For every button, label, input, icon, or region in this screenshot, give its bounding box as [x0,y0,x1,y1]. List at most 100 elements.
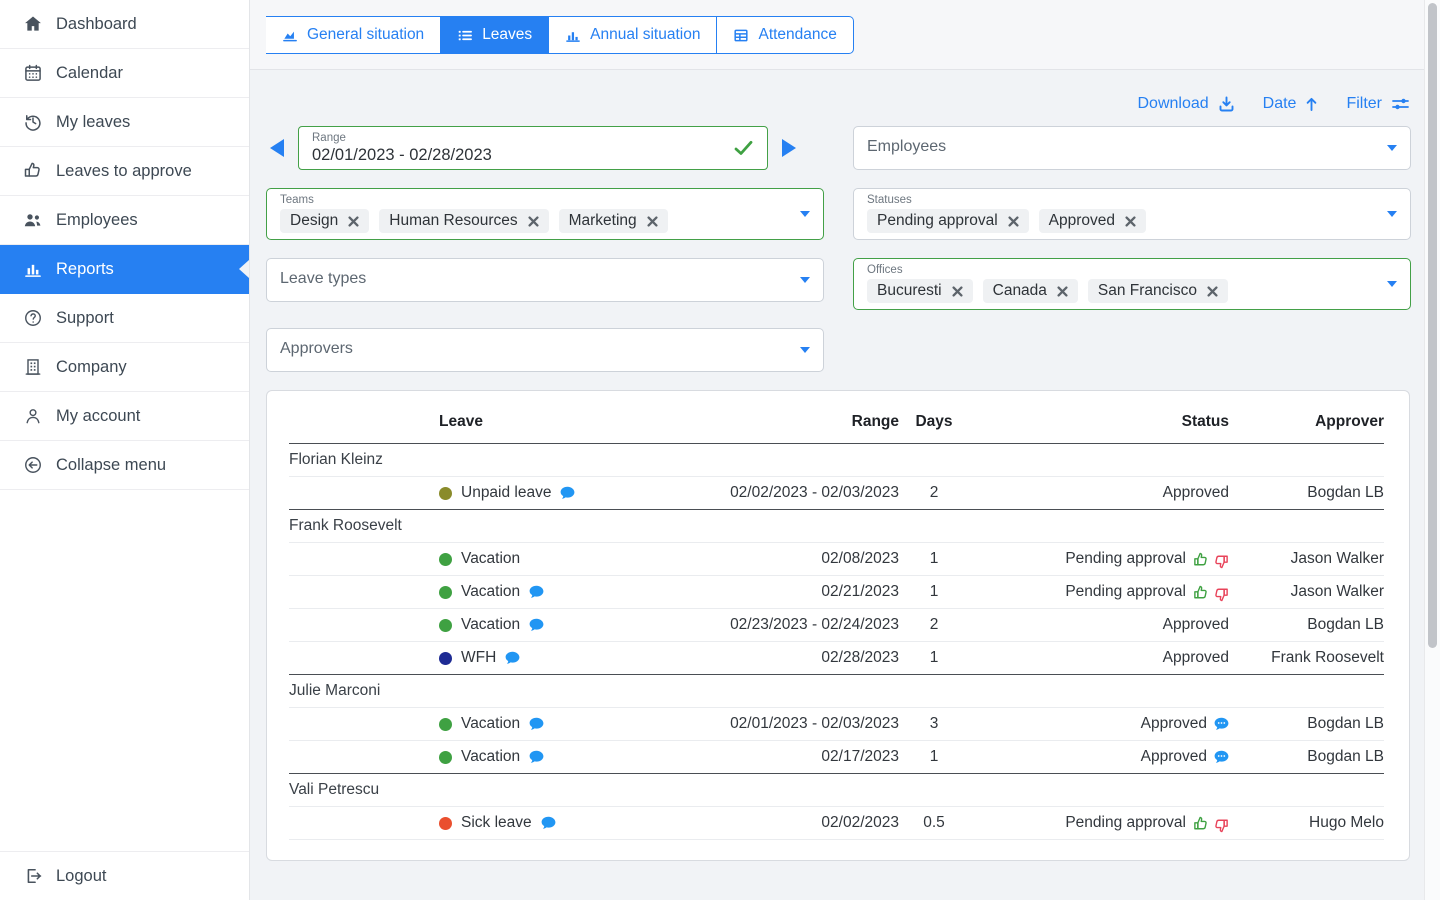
area-chart-icon [282,28,298,43]
sidebar-item-label: Employees [56,211,138,230]
header-days: Days [899,409,969,443]
tab-attendance[interactable]: Attendance [717,16,853,54]
sidebar-item-support[interactable]: Support [0,294,249,343]
leave-range: 02/02/2023 - 02/03/2023 [659,477,899,509]
filter-label: Filter [1346,95,1382,113]
filter-chip: Human Resources [379,209,548,233]
scrollbar-thumb[interactable] [1428,3,1437,648]
comment-icon[interactable] [529,618,544,632]
comment-icon[interactable] [529,750,544,764]
previous-period-button[interactable] [270,139,284,157]
thumbs-up-icon [22,161,43,182]
offices-select[interactable]: Offices Bucuresti Canada [853,258,1411,310]
leave-type-dot [439,751,452,764]
reject-thumb-down-icon[interactable] [1214,818,1229,833]
status-label: Approved [1141,715,1207,733]
leave-type-label: Vacation [461,583,520,601]
reject-thumb-down-icon[interactable] [1214,587,1229,602]
download-icon [1218,96,1235,112]
statuses-select[interactable]: Statuses Pending approval Approved [853,188,1411,240]
chip-label: Bucuresti [877,282,942,300]
remove-chip-icon[interactable] [528,216,539,227]
employee-group-rows: Vacation 02/08/2023 1 Pending approval [289,542,1384,674]
status-comment-icon[interactable] [1214,750,1229,764]
people-icon [22,210,43,231]
chip-label: Human Resources [389,212,517,230]
sidebar-item-dashboard[interactable]: Dashboard [0,0,249,49]
sidebar-item-label: My account [56,407,140,426]
teams-select[interactable]: Teams Design Human Resources [266,188,824,240]
approve-thumb-up-icon[interactable] [1193,816,1208,831]
leave-row: Vacation 02/01/2023 - 02/03/2023 3 Appro… [289,707,1384,740]
remove-chip-icon[interactable] [1207,286,1218,297]
filter-button[interactable]: Filter [1346,95,1410,113]
status-label: Approved [1141,748,1207,766]
list-icon [457,28,473,43]
sidebar-item-label: Support [56,309,114,328]
chip-label: Design [290,212,338,230]
logout-button[interactable]: Logout [0,851,249,900]
approvers-select[interactable]: Approvers [266,328,824,372]
leave-row: Vacation 02/21/2023 1 Pending approval [289,575,1384,608]
status-label: Approved [1163,649,1229,667]
approve-thumb-up-icon[interactable] [1193,552,1208,567]
tab-annual-situation[interactable]: Annual situation [549,16,717,54]
leave-row: Vacation 02/23/2023 - 02/24/2023 2 Appro… [289,608,1384,641]
sidebar-item-reports[interactable]: Reports [0,245,249,294]
date-range-input[interactable]: Range 02/01/2023 - 02/28/2023 [298,126,768,170]
sidebar-item-collapse-menu[interactable]: Collapse menu [0,441,249,490]
approve-thumb-up-icon[interactable] [1193,585,1208,600]
employees-select[interactable]: Employees [853,126,1411,170]
chevron-down-icon[interactable] [1387,281,1397,287]
remove-chip-icon[interactable] [952,286,963,297]
remove-chip-icon[interactable] [348,216,359,227]
chevron-down-icon[interactable] [800,347,810,353]
comment-icon[interactable] [541,816,556,830]
remove-chip-icon[interactable] [1057,286,1068,297]
leave-days: 2 [899,609,969,641]
sidebar-item-calendar[interactable]: Calendar [0,49,249,98]
leave-range: 02/17/2023 [659,741,899,773]
comment-icon[interactable] [529,585,544,599]
sidebar-item-my-account[interactable]: My account [0,392,249,441]
comment-icon[interactable] [560,486,575,500]
leave-type-dot [439,586,452,599]
sidebar-item-label: Dashboard [56,15,137,34]
confirm-check-icon[interactable] [734,141,753,156]
teams-label: Teams [280,193,787,207]
leave-range: 02/23/2023 - 02/24/2023 [659,609,899,641]
leave-days: 1 [899,741,969,773]
sidebar-item-company[interactable]: Company [0,343,249,392]
filter-chip: Marketing [559,209,668,233]
comment-icon[interactable] [505,651,520,665]
download-button[interactable]: Download [1137,95,1234,113]
comment-icon[interactable] [529,717,544,731]
tab-general-situation[interactable]: General situation [266,16,441,54]
sidebar-item-employees[interactable]: Employees [0,196,249,245]
employee-group-rows: Vacation 02/01/2023 - 02/03/2023 3 Appro… [289,707,1384,773]
chevron-down-icon[interactable] [800,211,810,217]
tab-leaves[interactable]: Leaves [441,16,549,54]
header-approver: Approver [1229,409,1384,443]
reject-thumb-down-icon[interactable] [1214,554,1229,569]
remove-chip-icon[interactable] [1008,216,1019,227]
leave-range: 02/01/2023 - 02/03/2023 [659,708,899,740]
remove-chip-icon[interactable] [1125,216,1136,227]
remove-chip-icon[interactable] [647,216,658,227]
leave-row: Unpaid leave 02/02/2023 - 02/03/2023 2 A… [289,476,1384,509]
status-comment-icon[interactable] [1214,717,1229,731]
scrollbar[interactable] [1424,0,1440,900]
leave-days: 1 [899,543,969,575]
bar-chart-icon [22,259,43,280]
sidebar-item-my-leaves[interactable]: My leaves [0,98,249,147]
leave-row: Vacation 02/08/2023 1 Pending approval [289,542,1384,575]
next-period-button[interactable] [782,139,796,157]
employee-name: Julie Marconi [289,682,380,699]
status-label: Approved [1163,616,1229,634]
chevron-down-icon[interactable] [1387,145,1397,151]
date-sort-button[interactable]: Date [1263,95,1319,113]
chevron-down-icon[interactable] [800,277,810,283]
sidebar-item-leaves-to-approve[interactable]: Leaves to approve [0,147,249,196]
chevron-down-icon[interactable] [1387,211,1397,217]
leave-types-select[interactable]: Leave types [266,258,824,302]
